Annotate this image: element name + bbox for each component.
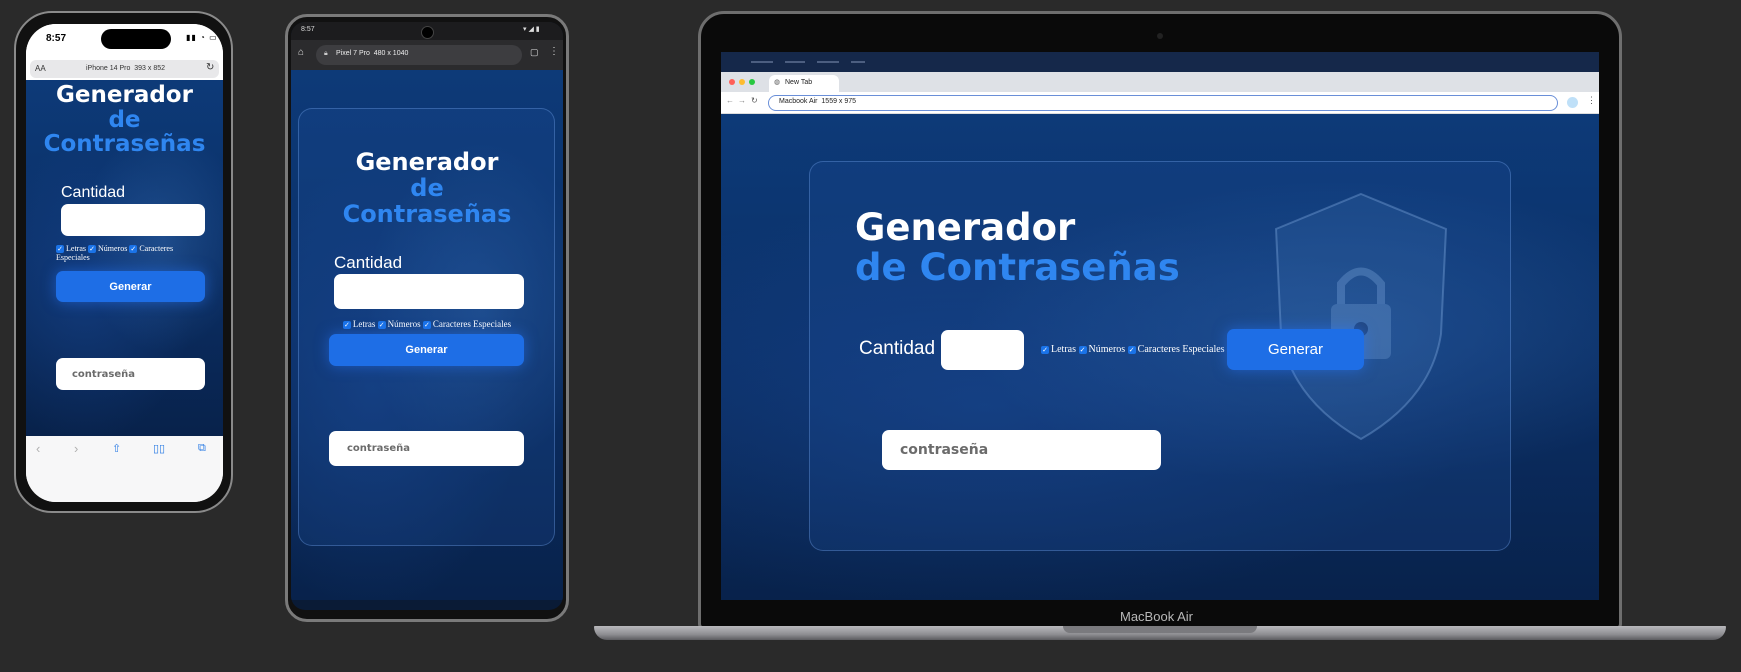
options-row: ✓ Letras ✓ Números ✓ Caracteres Especiales (1041, 344, 1225, 355)
iphone-toolbar: ‹ › ⇧ ▯▯ ⧉ (26, 436, 223, 502)
back-icon[interactable]: ← (726, 96, 734, 105)
page-title-contrasenas: Contraseñas (43, 131, 206, 157)
tabs-icon[interactable]: ⧉ (198, 442, 206, 455)
iphone-screen: 8:57 ▮▮ ◔ ▭ AA iPhone 14 Pro 393 x 852 ↻… (26, 24, 223, 502)
quantity-input[interactable] (941, 330, 1024, 370)
specials-label-b: Especiales (56, 253, 90, 263)
specials-checkbox[interactable]: ✓ (422, 320, 431, 329)
specials-checkbox[interactable]: ✓ (129, 245, 138, 254)
quantity-input[interactable] (334, 274, 524, 309)
status-icons: ▮▮ ◔ ▭ (186, 33, 218, 42)
specials-label: Caracteres Especiales (1137, 344, 1225, 355)
pixel-url[interactable]: Pixel 7 Pro 480 x 1040 (336, 50, 408, 57)
iphone-url[interactable]: iPhone 14 Pro 393 x 852 (86, 65, 165, 72)
pixel-status-bar: 8:57 ▾ ◢ ▮ (291, 22, 563, 40)
bookmarks-icon[interactable]: ▯▯ (153, 442, 165, 455)
numbers-label: Números (1088, 344, 1126, 355)
password-output[interactable]: contraseña (56, 358, 205, 390)
macbook-hinge-notch (1063, 626, 1257, 633)
pixel-time: 8:57 (301, 26, 315, 33)
password-output[interactable]: contraseña (329, 431, 524, 466)
profile-icon[interactable] (1567, 97, 1578, 108)
page-title-line2: de Contraseñas (855, 246, 1180, 289)
letters-label: Letras (352, 319, 376, 329)
numbers-checkbox[interactable]: ✓ (1078, 345, 1087, 354)
maximize-window-icon[interactable] (749, 79, 755, 85)
iphone-status-bar: 8:57 ▮▮ ◔ ▭ (26, 24, 223, 58)
quantity-label: Cantidad (859, 338, 936, 359)
macbook-screen: ◍ New Tab ← → ↻ Macbook Air 1559 x 975 ⋮… (721, 52, 1599, 600)
close-window-icon[interactable] (729, 79, 735, 85)
generate-button[interactable]: Generar (329, 334, 524, 366)
mac-menu-bar (721, 52, 1599, 72)
pixel-address-bar[interactable]: 🔒︎ Pixel 7 Pro 480 x 1040 (316, 45, 522, 65)
page-title-contrasenas: Contraseñas (342, 200, 512, 228)
letters-checkbox[interactable]: ✓ (1041, 345, 1049, 354)
browser-tab-strip: ◍ New Tab (721, 72, 1599, 92)
quantity-input[interactable] (61, 204, 205, 236)
page-title-de: de (108, 107, 141, 133)
reload-icon[interactable]: ↻ (751, 96, 758, 105)
numbers-label: Números (98, 244, 128, 253)
page-title-line1: Generador (355, 148, 499, 176)
dynamic-island (101, 29, 171, 49)
specials-label: Caracteres Especiales (432, 319, 512, 329)
options-row: ✓ Letras ✓ Números ✓ Caracteres Especiales (56, 244, 206, 262)
page-title-line1: Generador (855, 206, 1076, 249)
reload-icon[interactable]: ↻ (206, 62, 214, 73)
tab-new-tab[interactable]: ◍ New Tab (769, 75, 839, 92)
lock-icon: 🔒︎ (324, 50, 328, 57)
mac-app: Generador de Contraseñas Cantidad ✓ Letra… (721, 114, 1599, 600)
pixel-app: Generador de Contraseñas Cantidad ✓ Letra… (291, 70, 563, 600)
generate-button[interactable]: Generar (1227, 329, 1364, 370)
mac-address-bar[interactable]: Macbook Air 1559 x 975 (768, 95, 1558, 111)
device-label: MacBook Air (1120, 609, 1193, 624)
iphone-address-bar[interactable]: AA iPhone 14 Pro 393 x 852 ↻ (30, 60, 219, 78)
globe-icon: ◍ (774, 79, 781, 86)
menu-icon[interactable]: ⋮ (1587, 95, 1596, 106)
forward-icon[interactable]: → (738, 96, 746, 105)
menu-item[interactable] (785, 61, 805, 63)
page-title-line1: Generador (56, 82, 193, 108)
menu-icon[interactable]: ⋮ (549, 46, 559, 57)
letters-label: Letras (1051, 344, 1076, 355)
quantity-label: Cantidad (61, 184, 126, 201)
menu-item[interactable] (851, 61, 865, 63)
letters-checkbox[interactable]: ✓ (342, 320, 351, 329)
browser-toolbar: ← → ↻ Macbook Air 1559 x 975 ⋮ (721, 92, 1599, 114)
page-title-de: de (410, 174, 444, 202)
text-size-button[interactable]: AA (35, 64, 46, 73)
options-row: ✓ Letras ✓ Números ✓ Caracteres Especiales (291, 319, 563, 329)
forward-icon[interactable]: › (74, 441, 78, 456)
specials-checkbox[interactable]: ✓ (1127, 345, 1136, 354)
specials-label-a: Caracteres (139, 244, 174, 253)
pixel-screen: 8:57 ▾ ◢ ▮ ⌂ 🔒︎ Pixel 7 Pro 480 x 1040 ▢… (291, 22, 563, 610)
numbers-checkbox[interactable]: ✓ (88, 245, 96, 254)
menu-item[interactable] (817, 61, 839, 63)
tab-switcher-icon[interactable]: ▢ (530, 47, 539, 58)
minimize-window-icon[interactable] (739, 79, 745, 85)
letters-label: Letras (66, 244, 86, 253)
webcam-icon (1157, 33, 1163, 39)
home-icon[interactable]: ⌂ (298, 47, 304, 58)
back-icon[interactable]: ‹ (36, 441, 40, 456)
mac-url[interactable]: Macbook Air 1559 x 975 (779, 98, 856, 105)
tab-label[interactable]: New Tab (785, 79, 812, 86)
generate-button[interactable]: Generar (56, 271, 205, 302)
status-icons: ▾ ◢ ▮ (523, 26, 540, 33)
iphone-app: Generador de Contraseñas Cantidad ✓ Letra… (26, 80, 223, 436)
menu-item[interactable] (751, 61, 773, 63)
quantity-label: Cantidad (334, 253, 403, 272)
iphone-time: 8:57 (46, 33, 67, 44)
pixel-chrome-bar: ⌂ 🔒︎ Pixel 7 Pro 480 x 1040 ▢ ⋮ (291, 40, 563, 70)
numbers-checkbox[interactable]: ✓ (377, 320, 386, 329)
password-output[interactable]: contraseña (882, 430, 1161, 470)
share-icon[interactable]: ⇧ (112, 442, 121, 455)
numbers-label: Números (387, 319, 421, 329)
camera-icon (421, 26, 434, 39)
letters-checkbox[interactable]: ✓ (56, 245, 64, 254)
